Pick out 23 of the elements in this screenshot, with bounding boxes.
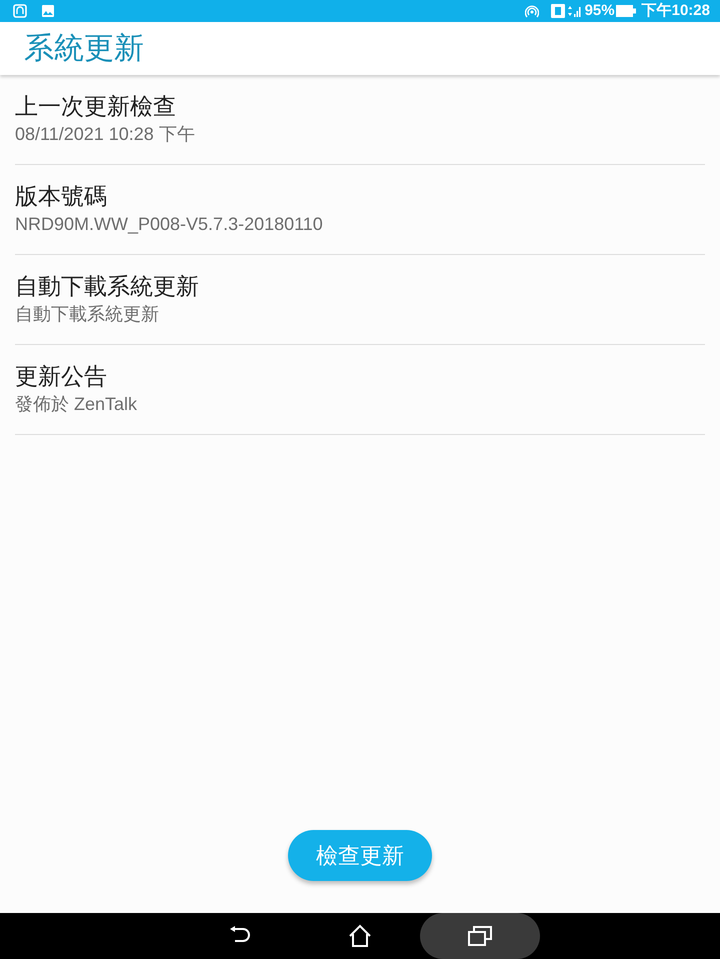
battery-percent: 95% [584,0,615,21]
settings-item[interactable]: 上一次更新檢查 08/11/2021 10:28 下午 [15,75,705,165]
item-title: 更新公告 [15,362,108,390]
recents-icon [468,926,492,946]
item-title: 上一次更新檢查 [15,92,177,120]
home-icon [348,924,372,948]
item-subtitle: 08/11/2021 10:28 下午 [15,122,196,146]
recents-button[interactable] [420,913,540,959]
page-title: 系統更新 [24,31,144,67]
battery-icon [616,5,636,17]
network-icon [550,4,581,18]
hotspot-icon [524,4,539,18]
item-subtitle: 自動下載系統更新 [15,302,160,326]
settings-item[interactable]: 更新公告 發佈於 ZenTalk [15,345,705,435]
item-title: 自動下載系統更新 [15,272,200,300]
item-subtitle: NRD90M.WW_P008-V5.7.3-20180110 [15,212,324,236]
clock: 下午10:28 [642,0,710,21]
settings-item[interactable]: 自動下載系統更新 自動下載系統更新 [15,255,705,345]
settings-item[interactable]: 版本號碼 NRD90M.WW_P008-V5.7.3-20180110 [15,165,705,255]
item-subtitle: 發佈於 ZenTalk [15,392,138,416]
image-icon [42,5,54,17]
nfc-icon [13,4,27,18]
item-title: 版本號碼 [15,182,108,210]
